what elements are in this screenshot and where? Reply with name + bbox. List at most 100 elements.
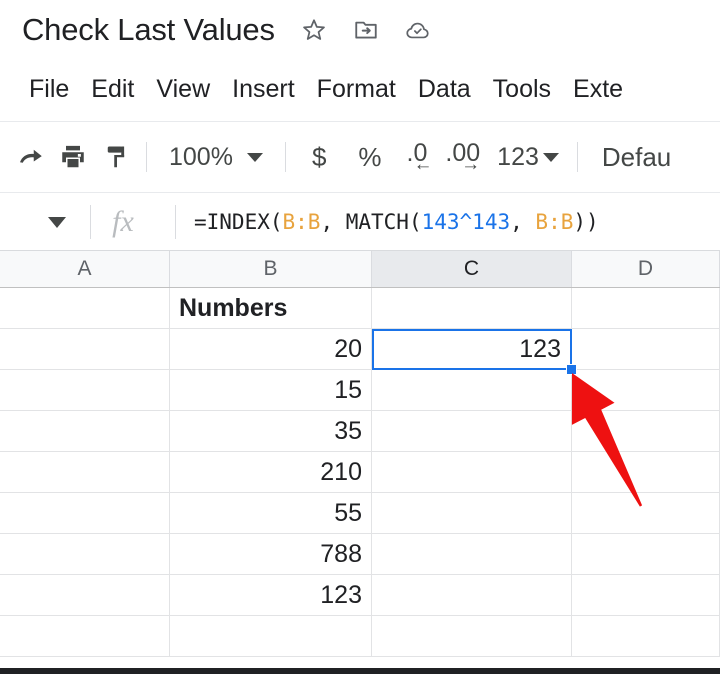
cell-b-3[interactable]: 15 [170,370,372,410]
grid-row: 210 [0,452,720,493]
cell-a-4[interactable] [0,411,170,451]
title-bar: Check Last Values [0,0,720,60]
cell-d-5[interactable] [572,452,720,492]
document-title[interactable]: Check Last Values [22,12,275,48]
menu-item-insert[interactable]: Insert [221,73,306,106]
formula-bar: fx =INDEX(B:B, MATCH(143^143, B:B)) [0,194,720,250]
cell-c-5[interactable] [372,452,572,492]
column-header-c[interactable]: C [372,251,572,287]
menu-item-edit[interactable]: Edit [80,73,145,106]
cell-c-3[interactable] [372,370,572,410]
cell-c-7[interactable] [372,534,572,574]
grid-row: Numbers [0,288,720,329]
cell-a-7[interactable] [0,534,170,574]
zoom-selector[interactable]: 100% [157,143,275,172]
column-header-b[interactable]: B [170,251,372,287]
formula-segment-4: , [510,210,536,234]
cell-b-4[interactable]: 35 [170,411,372,451]
cell-a-3[interactable] [0,370,170,410]
column-header-row: ABCD [0,251,720,288]
cell-d-9[interactable] [572,616,720,656]
toolbar-divider-3 [576,142,578,172]
cell-d-3[interactable] [572,370,720,410]
cell-d-4[interactable] [572,411,720,451]
cell-c-1[interactable] [372,288,572,328]
cell-a-9[interactable] [0,616,170,656]
cell-a-1[interactable] [0,288,170,328]
formula-segment-3: 143^143 [421,210,511,234]
column-header-a[interactable]: A [0,251,170,287]
chevron-down-icon [542,152,559,162]
cloud-saved-icon[interactable] [405,17,431,43]
formula-bar-top-divider [0,192,720,193]
menu-item-extensions[interactable]: Exte [562,73,634,106]
formula-segment-5: B:B [535,210,574,234]
paint-format-icon[interactable] [94,136,136,178]
cell-a-6[interactable] [0,493,170,533]
toolbar-divider-1 [146,142,147,172]
cell-b-1[interactable]: Numbers [170,288,372,328]
grid-row: 35 [0,411,720,452]
cell-c-9[interactable] [372,616,572,656]
cell-a-2[interactable] [0,329,170,369]
chevron-down-icon [246,152,263,162]
move-to-folder-icon[interactable] [353,17,379,43]
cell-a-5[interactable] [0,452,170,492]
cell-c-4[interactable] [372,411,572,451]
redo-icon[interactable] [10,136,52,178]
menu-item-file[interactable]: File [18,73,80,106]
toolbar-top-divider [0,121,720,122]
cell-d-8[interactable] [572,575,720,615]
print-icon[interactable] [52,136,94,178]
function-fx-icon[interactable]: fx [95,205,151,239]
column-header-d[interactable]: D [572,251,720,287]
cell-d-1[interactable] [572,288,720,328]
menu-item-data[interactable]: Data [407,73,482,106]
cell-b-6[interactable]: 55 [170,493,372,533]
arrow-right-icon: → [461,154,481,175]
cell-c-8[interactable] [372,575,572,615]
menu-item-tools[interactable]: Tools [482,73,562,106]
decrease-decimal-button[interactable]: .0 ← [398,136,437,178]
cell-b-7[interactable]: 788 [170,534,372,574]
font-name-selector[interactable]: Defau [602,142,671,173]
formula-segment-6: )) [573,210,599,234]
grid-row: 15 [0,370,720,411]
cell-a-8[interactable] [0,575,170,615]
cell-b-5[interactable]: 210 [170,452,372,492]
name-box-chevron-down-icon[interactable] [48,216,66,228]
grid-row [0,616,720,657]
increase-decimal-button[interactable]: .00 → [436,136,489,178]
grid-row: 55 [0,493,720,534]
zoom-level-label: 100% [169,142,233,171]
formula-segment-1: B:B [282,210,321,234]
cell-d-2[interactable] [572,329,720,369]
toolbar: 100% $ % .0 ← .00 → 123 Defau [0,124,720,190]
formula-bar-divider-2 [175,205,176,239]
number-format-selector[interactable]: 123 [489,143,567,172]
formula-input[interactable]: =INDEX(B:B, MATCH(143^143, B:B)) [194,210,599,234]
format-currency-button[interactable]: $ [296,142,342,173]
menu-item-view[interactable]: View [145,73,221,106]
cell-d-6[interactable] [572,493,720,533]
cell-d-7[interactable] [572,534,720,574]
cell-c-6[interactable] [372,493,572,533]
fill-handle[interactable] [566,364,577,375]
formula-bar-divider-1 [90,205,91,239]
menu-bar: File Edit View Insert Format Data Tools … [0,60,720,118]
format-percent-button[interactable]: % [342,142,397,173]
grid-row: 788 [0,534,720,575]
star-icon[interactable] [301,17,327,43]
spreadsheet-grid: ABCD Numbers 20 15 35 210 55 788 123 123 [0,251,720,668]
toolbar-divider-2 [284,142,286,172]
number-format-label: 123 [497,142,539,171]
cell-b-9[interactable] [170,616,372,656]
grid-row: 123 [0,575,720,616]
cell-b-8[interactable]: 123 [170,575,372,615]
grid-row: 20 [0,329,720,370]
menu-item-format[interactable]: Format [306,73,407,106]
bottom-edge-bar [0,668,720,674]
formula-segment-2: , MATCH( [320,210,422,234]
cell-b-2[interactable]: 20 [170,329,372,369]
cell-c-2[interactable] [372,329,572,369]
